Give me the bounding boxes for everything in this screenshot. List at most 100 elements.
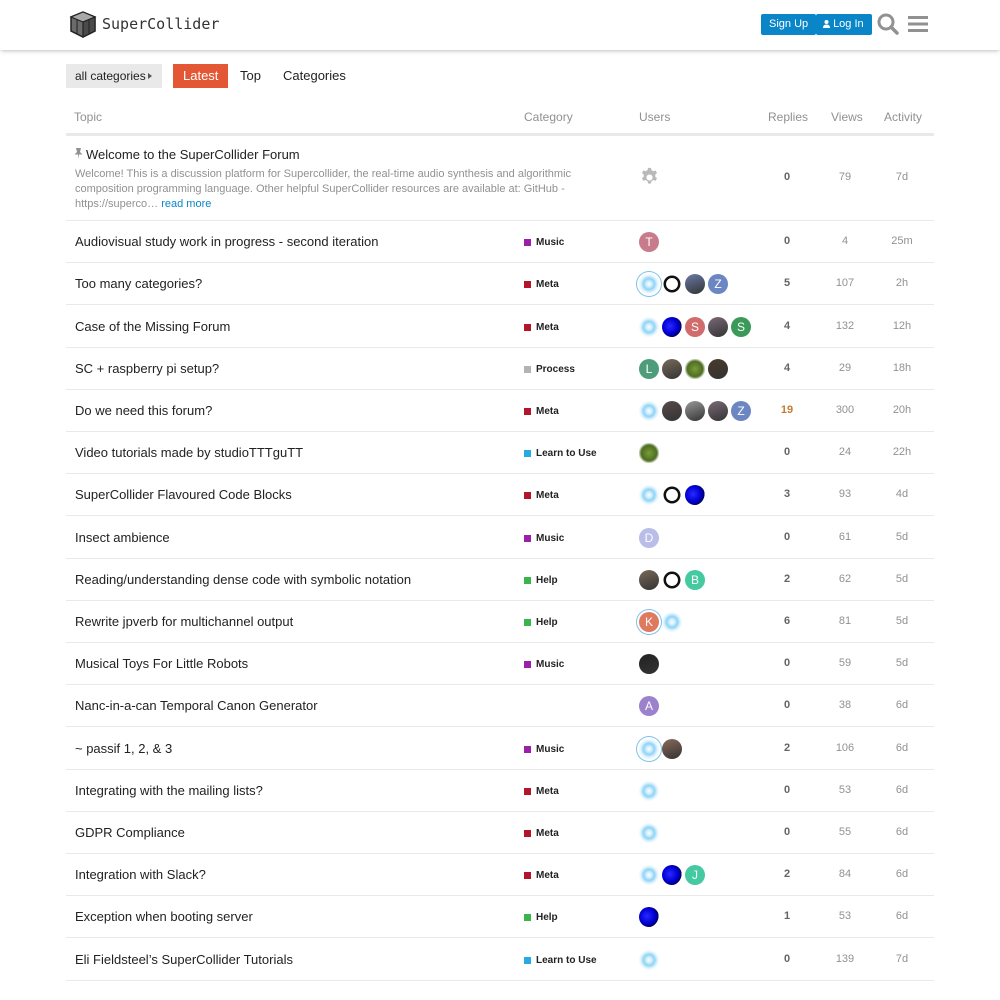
topic-row[interactable]: Video tutorials made by studioTTTguTT Lea…: [66, 432, 934, 474]
avatar-photo[interactable]: [662, 739, 682, 759]
category-badge[interactable]: Meta: [524, 826, 559, 840]
activity-age[interactable]: 6d: [882, 699, 922, 711]
topic-title-link[interactable]: SuperCollider Flavoured Code Blocks: [75, 487, 292, 502]
topic-title-link[interactable]: SC + raspberry pi setup?: [75, 361, 219, 376]
avatar-blob-image[interactable]: [662, 865, 682, 885]
topic-title-link[interactable]: Case of the Missing Forum: [75, 319, 230, 334]
topic-title-link[interactable]: ~ passif 1, 2, & 3: [75, 741, 172, 756]
read-more-link[interactable]: read more: [161, 198, 211, 210]
avatar-glow-image[interactable]: [639, 401, 659, 421]
avatar-photo[interactable]: [685, 401, 705, 421]
search-icon[interactable]: [876, 12, 900, 36]
tab-latest[interactable]: Latest: [173, 64, 229, 88]
topic-title-link[interactable]: Musical Toys For Little Robots: [75, 656, 248, 671]
topic-title-link[interactable]: Too many categories?: [75, 276, 202, 291]
category-badge[interactable]: Learn to Use: [524, 953, 597, 967]
topic-row[interactable]: Insect ambience Music D 0 61 5d: [66, 516, 934, 559]
topic-row[interactable]: Case of the Missing Forum Meta S S 4 132 12h: [66, 305, 934, 348]
topic-title-link[interactable]: Reading/understanding dense code with sy…: [75, 572, 411, 587]
topic-title-link[interactable]: Integrating with the mailing lists?: [75, 783, 263, 798]
avatar-letter[interactable]: T: [639, 232, 659, 252]
topic-row[interactable]: Integration with Slack? Meta J 2 84 6d: [66, 854, 934, 896]
column-category[interactable]: Category: [524, 110, 573, 124]
avatar-letter[interactable]: Z: [708, 274, 728, 294]
activity-age[interactable]: 5d: [882, 573, 922, 585]
avatar-letter[interactable]: D: [639, 528, 659, 548]
activity-age[interactable]: 25m: [882, 235, 922, 247]
avatar-photo[interactable]: [708, 359, 728, 379]
avatar-loop-image[interactable]: [663, 486, 681, 504]
avatar-glow-image[interactable]: [639, 739, 659, 759]
avatar-blob-image[interactable]: [639, 907, 659, 927]
category-badge[interactable]: Music: [524, 235, 564, 249]
sign-up-button[interactable]: Sign Up: [761, 14, 817, 35]
pinned-topic-row[interactable]: Welcome to the SuperCollider Forum Welco…: [66, 136, 934, 221]
avatar-photo[interactable]: [639, 654, 659, 674]
avatar-letter[interactable]: S: [731, 317, 751, 337]
avatar-glow-image[interactable]: [639, 274, 659, 294]
topic-row[interactable]: Eli Fieldsteel’s SuperCollider Tutorials…: [66, 938, 934, 981]
avatar-glow-image[interactable]: [639, 781, 659, 801]
activity-age[interactable]: 7d: [882, 171, 922, 183]
activity-age[interactable]: 5d: [882, 657, 922, 669]
topic-title-link[interactable]: GDPR Compliance: [75, 825, 185, 840]
avatar-glow-image[interactable]: [639, 950, 659, 970]
topic-row[interactable]: Do we need this forum? Meta Z 19 300 20h: [66, 390, 934, 432]
activity-age[interactable]: 18h: [882, 362, 922, 374]
activity-age[interactable]: 5d: [882, 531, 922, 543]
activity-age[interactable]: 5d: [882, 615, 922, 627]
column-views[interactable]: Views: [831, 110, 863, 124]
topic-title-link[interactable]: Insect ambience: [75, 530, 170, 545]
avatar-letter[interactable]: A: [639, 696, 659, 716]
category-badge[interactable]: Meta: [524, 784, 559, 798]
column-activity[interactable]: Activity: [884, 110, 922, 124]
column-replies[interactable]: Replies: [768, 110, 808, 124]
avatar-moss-image[interactable]: [639, 443, 659, 463]
avatar-moss-image[interactable]: [685, 359, 705, 379]
category-badge[interactable]: Music: [524, 657, 564, 671]
topic-row[interactable]: Nanc-in-a-can Temporal Canon Generator A 0…: [66, 685, 934, 727]
topic-row[interactable]: SuperCollider Flavoured Code Blocks Meta 3…: [66, 474, 934, 516]
category-badge[interactable]: Music: [524, 742, 564, 756]
avatar-blob-image[interactable]: [685, 485, 705, 505]
category-badge[interactable]: Meta: [524, 488, 559, 502]
avatar-photo[interactable]: [708, 317, 728, 337]
avatar-letter[interactable]: K: [639, 612, 659, 632]
activity-age[interactable]: 6d: [882, 742, 922, 754]
topic-row[interactable]: ~ passif 1, 2, & 3 Music 2 106 6d: [66, 727, 934, 770]
category-badge[interactable]: Music: [524, 531, 564, 545]
category-badge[interactable]: Process: [524, 362, 575, 376]
avatar-photo[interactable]: [639, 570, 659, 590]
topic-row[interactable]: GDPR Compliance Meta 0 55 6d: [66, 812, 934, 854]
system-gear-avatar-icon[interactable]: [639, 167, 660, 188]
topic-row[interactable]: Rewrite jpverb for multichannel output He…: [66, 601, 934, 643]
avatar-letter[interactable]: J: [685, 865, 705, 885]
topic-row[interactable]: Audiovisual study work in progress - sec…: [66, 221, 934, 263]
avatar-glow-image[interactable]: [639, 485, 659, 505]
avatar-glow-image[interactable]: [639, 317, 659, 337]
activity-age[interactable]: 20h: [882, 404, 922, 416]
tab-categories[interactable]: Categories: [283, 64, 346, 88]
hamburger-menu-icon[interactable]: [906, 12, 930, 36]
avatar-blob-image[interactable]: [662, 317, 682, 337]
topic-title-link[interactable]: Video tutorials made by studioTTTguTT: [75, 445, 303, 460]
column-topic[interactable]: Topic: [74, 110, 102, 124]
avatar-photo[interactable]: [708, 401, 728, 421]
avatar-photo[interactable]: [685, 274, 705, 294]
topic-title-link[interactable]: Nanc-in-a-can Temporal Canon Generator: [75, 698, 318, 713]
topic-row[interactable]: Too many categories? Meta Z 5 107 2h: [66, 263, 934, 305]
activity-age[interactable]: 2h: [882, 277, 922, 289]
activity-age[interactable]: 6d: [882, 826, 922, 838]
avatar-loop-image[interactable]: [663, 571, 681, 589]
topic-title-link[interactable]: Rewrite jpverb for multichannel output: [75, 614, 293, 629]
activity-age[interactable]: 6d: [882, 784, 922, 796]
topic-row[interactable]: Integrating with the mailing lists? Meta 0…: [66, 770, 934, 812]
activity-age[interactable]: 12h: [882, 320, 922, 332]
topic-row[interactable]: Exception when booting server Help 1 53 6d: [66, 896, 934, 938]
log-in-button[interactable]: Log In: [816, 14, 872, 35]
activity-age[interactable]: 22h: [882, 446, 922, 458]
avatar-letter[interactable]: Z: [731, 401, 751, 421]
category-badge[interactable]: Meta: [524, 277, 559, 291]
avatar-letter[interactable]: B: [685, 570, 705, 590]
avatar-photo[interactable]: [662, 401, 682, 421]
